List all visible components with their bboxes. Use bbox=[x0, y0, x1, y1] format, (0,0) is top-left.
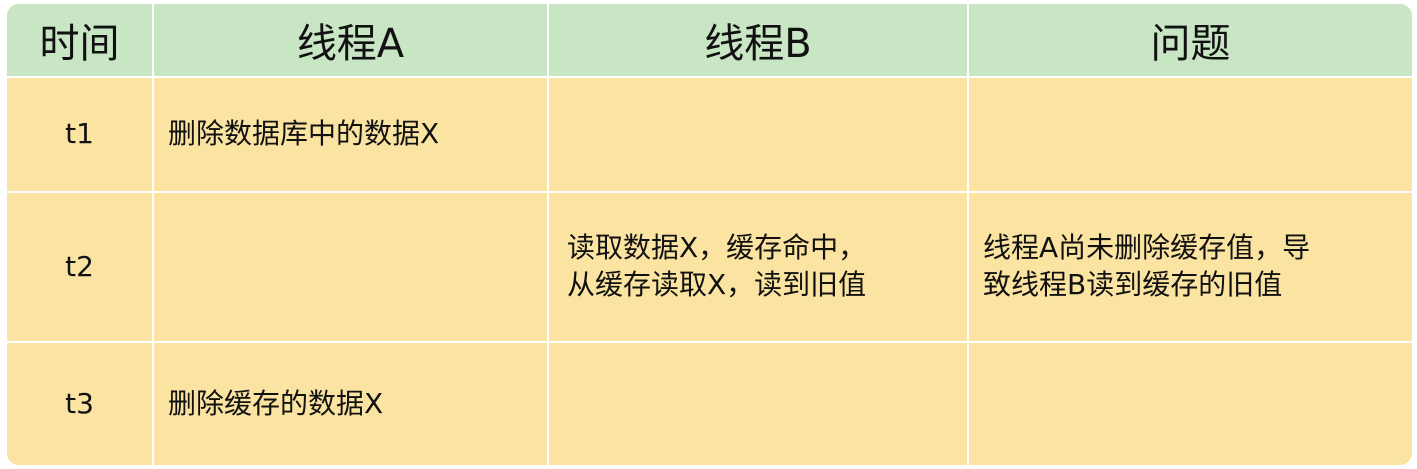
time-cell: t2 bbox=[7, 192, 154, 343]
thread-timeline-table: 时间 线程A 线程B 问题 t1 删除数据库中的数据X t2 读取数据X，缓存命… bbox=[7, 4, 1412, 465]
time-cell: t1 bbox=[7, 77, 154, 193]
thread-a-cell: 删除缓存的数据X bbox=[153, 342, 549, 465]
header-thread-b: 线程B bbox=[548, 4, 969, 78]
table-header: 时间 线程A 线程B 问题 bbox=[7, 4, 1412, 78]
problem-cell: 线程A尚未删除缓存值，导 致线程B读到缓存的旧值 bbox=[968, 192, 1412, 343]
table-row: t2 读取数据X，缓存命中， 从缓存读取X，读到旧值 线程A尚未删除缓存值，导 … bbox=[7, 192, 1412, 343]
thread-b-cell bbox=[548, 77, 969, 193]
thread-b-cell bbox=[548, 342, 969, 465]
problem-cell bbox=[968, 342, 1412, 465]
header-row: 时间 线程A 线程B 问题 bbox=[7, 4, 1412, 78]
thread-b-cell: 读取数据X，缓存命中， 从缓存读取X，读到旧值 bbox=[548, 192, 969, 343]
timeline-table-container: 时间 线程A 线程B 问题 t1 删除数据库中的数据X t2 读取数据X，缓存命… bbox=[7, 4, 1412, 465]
thread-a-cell bbox=[153, 192, 549, 343]
table-row: t3 删除缓存的数据X bbox=[7, 342, 1412, 465]
header-time: 时间 bbox=[7, 4, 154, 78]
header-thread-a: 线程A bbox=[153, 4, 549, 78]
table-row: t1 删除数据库中的数据X bbox=[7, 77, 1412, 193]
table-body: t1 删除数据库中的数据X t2 读取数据X，缓存命中， 从缓存读取X，读到旧值… bbox=[7, 77, 1412, 465]
header-problem: 问题 bbox=[968, 4, 1412, 78]
thread-a-cell: 删除数据库中的数据X bbox=[153, 77, 549, 193]
problem-cell bbox=[968, 77, 1412, 193]
time-cell: t3 bbox=[7, 342, 154, 465]
